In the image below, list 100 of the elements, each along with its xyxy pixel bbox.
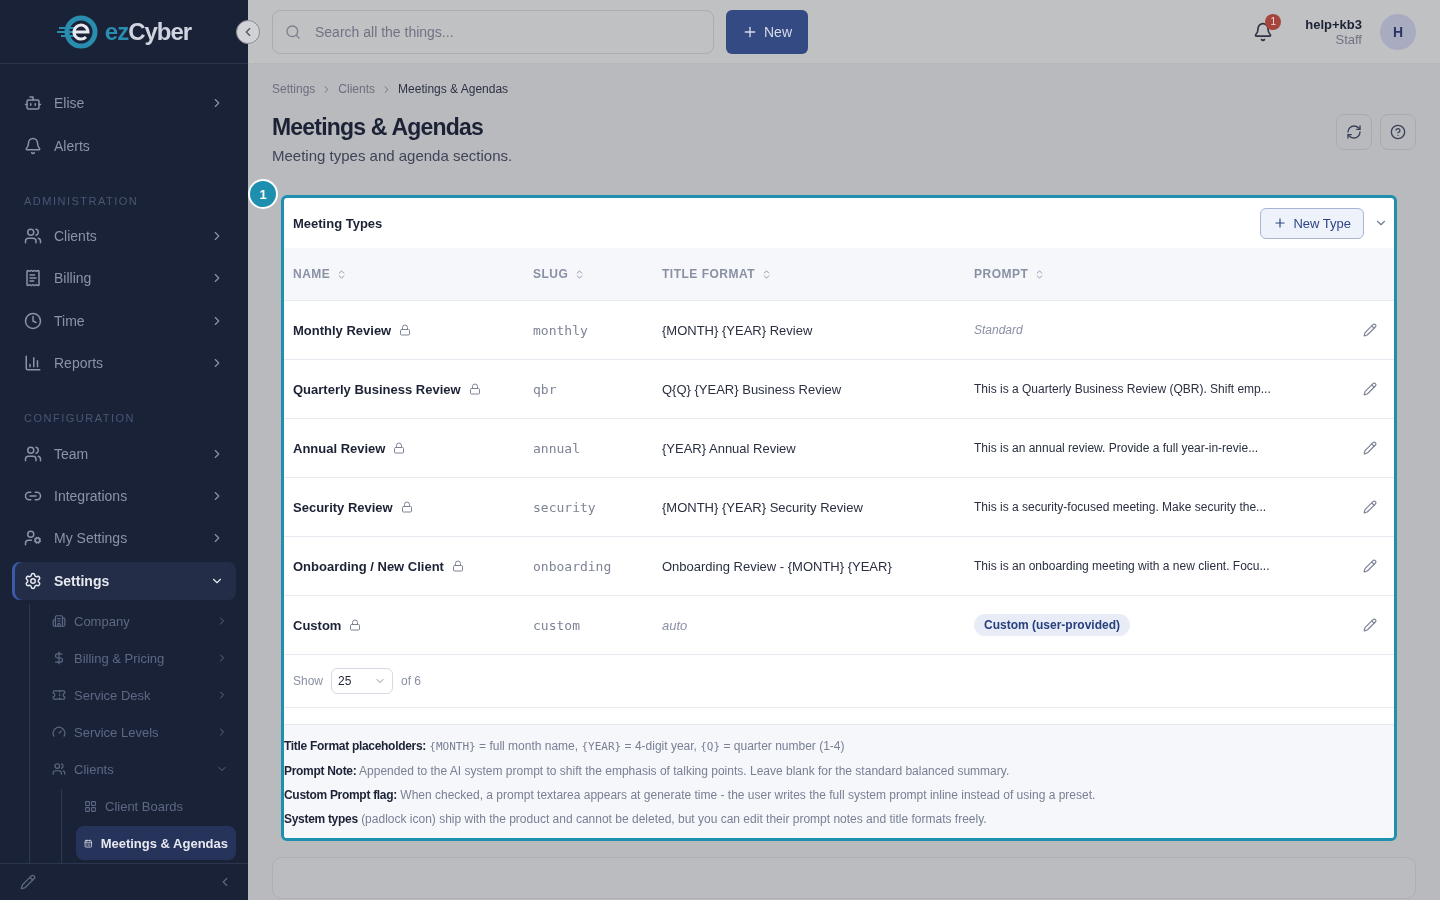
table-cell: Q{Q} {YEAR} Business Review: [653, 360, 965, 419]
nav-icon: [52, 614, 66, 629]
collapse-sidebar-button[interactable]: [236, 20, 260, 44]
nav-icon: [24, 571, 42, 590]
new-type-button[interactable]: New Type: [1260, 207, 1364, 239]
nav-icon: [52, 725, 66, 740]
edit-icon[interactable]: [1363, 559, 1377, 573]
breadcrumb-link[interactable]: Settings: [272, 82, 316, 96]
nav-icon: [52, 651, 66, 666]
table-cell: Onboarding Review - {MONTH} {YEAR}: [653, 537, 965, 596]
refresh-icon: [1346, 124, 1362, 140]
help-note: Custom Prompt flag: When checked, a prompt textarea appears at generate time - the user writes the full system prompt inline instead of using a preset.: [284, 787, 1097, 804]
search-field[interactable]: Search all the things...: [272, 9, 714, 54]
page-size-select[interactable]: 25: [331, 668, 394, 694]
table-cell: Quarterly Business Review: [284, 360, 524, 419]
table-cell: qbr: [524, 360, 653, 419]
nav-icon: [84, 799, 97, 813]
card-title: Meeting Types: [293, 215, 384, 231]
table-cell: onboarding: [524, 537, 653, 596]
edit-icon[interactable]: [1363, 382, 1377, 396]
column-header[interactable]: PROMPT: [965, 248, 1354, 301]
nav-subitem[interactable]: Clients: [44, 752, 236, 787]
table-cell: annual: [524, 419, 653, 478]
help-note: System types (padlock icon) ship with the product and cannot be deleted, but you can edit their prompt notes and title formats freely.: [284, 811, 988, 828]
page-subtitle: Meeting types and agenda sections.: [272, 147, 514, 164]
nav-item[interactable]: Settings: [12, 561, 236, 601]
nav-item[interactable]: Alerts: [12, 126, 236, 165]
nav-item[interactable]: Billing: [12, 259, 236, 298]
table-cell: This is an annual review. Provide a full year-in-revie...: [965, 419, 1354, 478]
edit-icon[interactable]: [1363, 500, 1377, 514]
edit-icon[interactable]: [1363, 323, 1377, 337]
nav-item[interactable]: Reports: [12, 344, 236, 383]
table-cell: Annual Review: [284, 419, 524, 478]
table-cell: Onboarding / New Client: [284, 537, 524, 596]
breadcrumb-link[interactable]: Meetings & Agendas: [398, 82, 509, 96]
user-avatar[interactable]: H: [1380, 13, 1416, 50]
help-icon: [1390, 124, 1406, 140]
nav-icon: [24, 269, 42, 288]
nav-icon: [24, 444, 42, 463]
column-header[interactable]: TITLE FORMAT: [653, 248, 965, 301]
column-header[interactable]: SLUG: [524, 248, 653, 301]
nav-icon: [24, 94, 42, 113]
nav-subitem[interactable]: Billing & Pricing: [44, 641, 236, 676]
notification-count: 1: [1265, 13, 1282, 30]
app-logo: ezCyber: [56, 13, 192, 50]
nav-icon: [52, 762, 66, 777]
nav-subitem[interactable]: Meetings & Agendas: [76, 826, 236, 861]
column-header[interactable]: NAME: [284, 248, 524, 301]
search-input[interactable]: Search all the things...: [313, 22, 701, 41]
table-cell: Security Review: [284, 478, 524, 537]
nav-item[interactable]: Clients: [12, 216, 236, 256]
column-header: [1354, 248, 1394, 301]
nav-subitem[interactable]: Service Desk: [44, 678, 236, 713]
table-cell: {MONTH} {YEAR} Security Review: [653, 478, 965, 537]
nav-icon: [84, 836, 93, 850]
table-cell: This is an onboarding meeting with a new client. Focu...: [965, 537, 1354, 596]
help-note: Title Format placeholders: {MONTH} = full month name, {YEAR} = 4-digit year, {Q} = quarter number (1-4): [284, 738, 846, 755]
nav-subitem[interactable]: Client Boards: [76, 789, 236, 824]
refresh-button[interactable]: [1336, 114, 1372, 150]
table-cell: {MONTH} {YEAR} Review: [653, 301, 965, 360]
help-button[interactable]: [1380, 114, 1416, 150]
row-total: of 6: [401, 674, 422, 688]
nav-section-heading: ADMINISTRATION: [23, 193, 140, 209]
user-name: help+kb3: [1305, 16, 1362, 32]
table-cell: {YEAR} Annual Review: [653, 419, 965, 478]
nav-item[interactable]: Team: [12, 434, 236, 473]
show-label: Show: [293, 674, 324, 688]
table-cell: auto: [653, 596, 965, 655]
prompt-tag: Custom (user-provided): [974, 614, 1130, 636]
search-icon: [285, 23, 301, 40]
edit-icon[interactable]: [1363, 618, 1377, 632]
nav-section-heading: CONFIGURATION: [23, 411, 136, 427]
nav-icon: [24, 354, 42, 373]
nav-subitem[interactable]: Company: [44, 604, 236, 639]
table-cell: security: [524, 478, 653, 537]
help-note: Prompt Note: Appended to the AI system prompt to shift the emphasis of talking points. Leave blank for the standard balanced summary.: [284, 763, 1011, 780]
page-title: Meetings & Agendas: [272, 114, 484, 141]
nav-icon: [24, 227, 42, 245]
nav-item[interactable]: Elise: [12, 84, 236, 123]
nav-icon: [24, 529, 42, 548]
table-cell: Standard: [965, 301, 1354, 360]
breadcrumb-link[interactable]: Clients: [338, 82, 376, 96]
tour-step-badge: 1: [248, 179, 278, 209]
plus-icon: [1273, 216, 1288, 230]
nav-item[interactable]: Time: [12, 301, 236, 341]
table-cell: monthly: [524, 301, 653, 360]
nav-item[interactable]: Integrations: [12, 476, 236, 516]
user-role: Staff: [1335, 31, 1362, 47]
table-cell: This is a Quarterly Business Review (QBR). Shift emp...: [965, 360, 1354, 419]
pencil-icon[interactable]: [20, 874, 36, 890]
nav-icon: [24, 136, 42, 155]
table-cell: custom: [524, 596, 653, 655]
edit-icon[interactable]: [1363, 441, 1377, 455]
nav-icon: [52, 688, 66, 703]
table-cell: Monthly Review: [284, 301, 524, 360]
table-cell: This is a security-focused meeting. Make security the...: [965, 478, 1354, 537]
nav-subitem[interactable]: Service Levels: [44, 715, 236, 750]
nav-item[interactable]: My Settings: [12, 519, 236, 558]
new-button[interactable]: New: [726, 9, 808, 54]
table-cell: Custom: [284, 596, 524, 655]
